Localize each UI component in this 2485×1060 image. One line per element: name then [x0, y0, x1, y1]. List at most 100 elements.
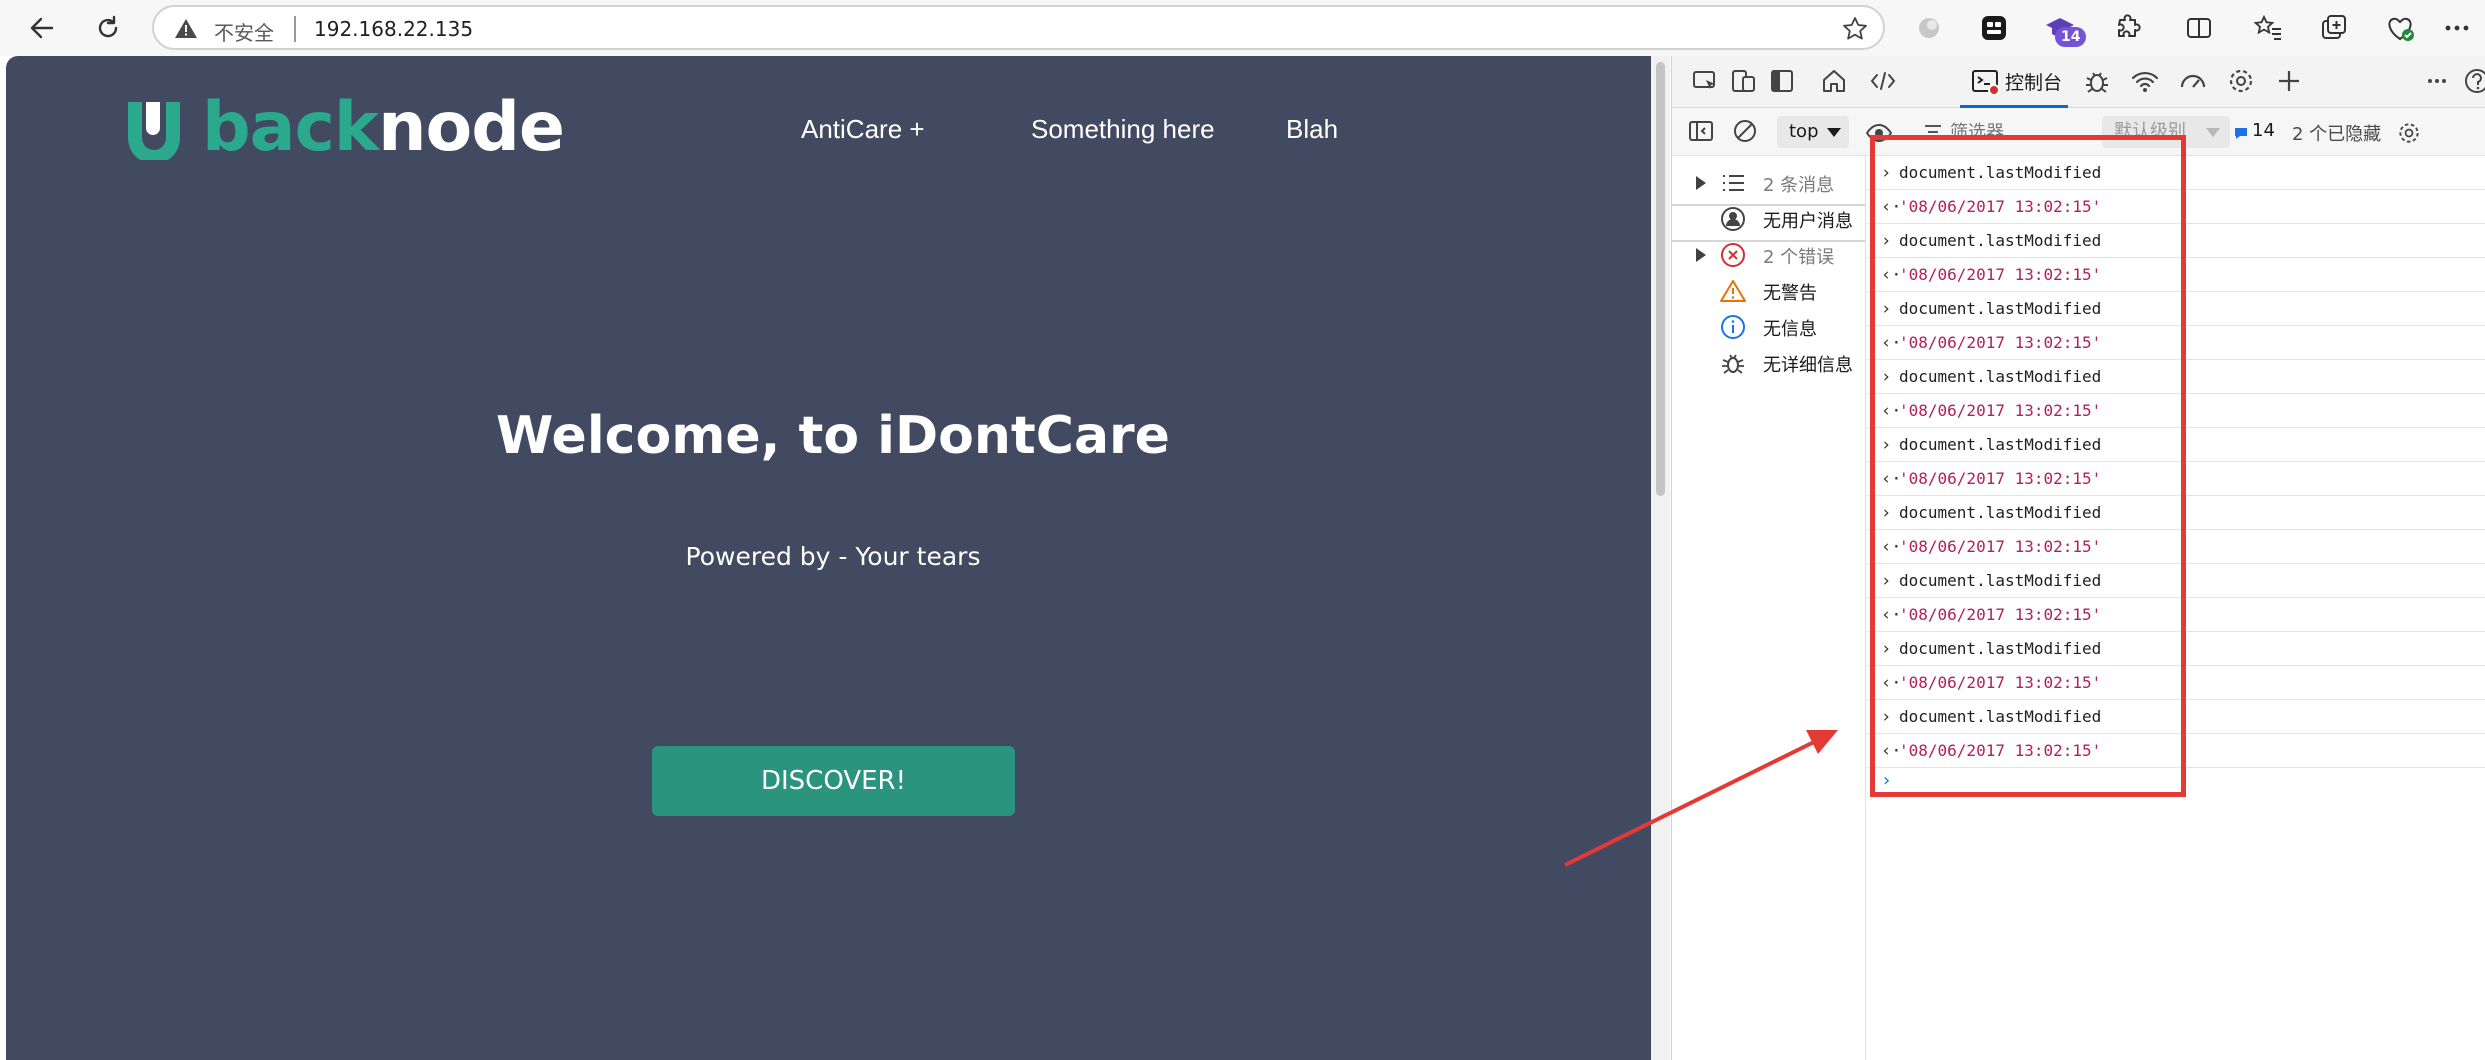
page-scrollbar[interactable]: [1651, 56, 1670, 1060]
console-output-row[interactable]: ‹· '08/06/2017 13:02:15': [1867, 462, 2485, 496]
add-tool-plus-icon[interactable]: [2274, 66, 2304, 96]
console-output-row[interactable]: ‹· '08/06/2017 13:02:15': [1867, 598, 2485, 632]
live-expression-eye-icon[interactable]: [1864, 118, 1894, 148]
console-prompt[interactable]: ›: [1867, 768, 2485, 802]
sidebar-item-verbose[interactable]: 无详细信息: [1672, 344, 1866, 380]
info-icon: [1721, 315, 1745, 339]
refresh-button[interactable]: [88, 8, 128, 48]
console-output-text[interactable]: '08/06/2017 13:02:15': [1899, 598, 2101, 632]
elements-code-icon[interactable]: [1868, 66, 1898, 96]
extensions-puzzle-icon[interactable]: [2111, 12, 2143, 44]
console-output-row[interactable]: ‹· '08/06/2017 13:02:15': [1867, 394, 2485, 428]
console-output-text[interactable]: '08/06/2017 13:02:15': [1899, 394, 2101, 428]
console-settings-gear-icon[interactable]: [2396, 120, 2422, 146]
warning-icon: [1720, 280, 1746, 302]
site-logo[interactable]: backnode: [122, 88, 582, 167]
extension-app-icon[interactable]: [1978, 12, 2010, 44]
collections-icon[interactable]: [2318, 12, 2350, 44]
console-output-text[interactable]: '08/06/2017 13:02:15': [1899, 462, 2101, 496]
console-input-row[interactable]: › document.lastModified: [1867, 496, 2485, 530]
context-selector[interactable]: top: [1777, 116, 1849, 148]
expand-triangle-icon[interactable]: [1696, 176, 1706, 190]
console-input-row[interactable]: › document.lastModified: [1867, 700, 2485, 734]
devtools-more-icon[interactable]: [2422, 66, 2452, 96]
more-options-icon[interactable]: [2441, 12, 2473, 44]
discover-button[interactable]: DISCOVER!: [652, 746, 1015, 816]
address-separator: [294, 16, 296, 42]
sidebar-item-warnings[interactable]: 无警告: [1672, 272, 1866, 308]
welcome-home-icon[interactable]: [1819, 66, 1849, 96]
console-output-row[interactable]: ‹· '08/06/2017 13:02:15': [1867, 734, 2485, 768]
console-output-text[interactable]: '08/06/2017 13:02:15': [1899, 258, 2101, 292]
warning-triangle-icon[interactable]: [174, 17, 198, 41]
dock-side-icon[interactable]: [1767, 66, 1797, 96]
security-status-label[interactable]: 不安全: [214, 17, 274, 46]
extension-badge: 14: [2055, 27, 2087, 47]
console-input-text[interactable]: document.lastModified: [1899, 156, 2101, 190]
extension-globe-icon[interactable]: [1913, 12, 1945, 44]
clear-console-icon[interactable]: [1730, 116, 1760, 146]
console-input-text[interactable]: document.lastModified: [1899, 224, 2101, 258]
device-emulation-icon[interactable]: [1729, 66, 1759, 96]
console-output-row[interactable]: ‹· '08/06/2017 13:02:15': [1867, 666, 2485, 700]
console-sidebar: 2 条消息 无用户消息 2 个错误 无警告 无信息 无详细信息: [1672, 156, 1866, 1060]
nav-link-something-here[interactable]: Something here: [1031, 114, 1215, 145]
console-input-text[interactable]: document.lastModified: [1899, 496, 2101, 530]
bug-icon: [1722, 354, 1744, 374]
console-output-row[interactable]: ‹· '08/06/2017 13:02:15': [1867, 258, 2485, 292]
settings-gear-icon[interactable]: [2226, 66, 2256, 96]
split-screen-icon[interactable]: [2183, 12, 2215, 44]
console-output-text[interactable]: '08/06/2017 13:02:15': [1899, 734, 2101, 768]
favorites-icon[interactable]: [2252, 12, 2284, 44]
console-input-text[interactable]: document.lastModified: [1899, 360, 2101, 394]
console-input-text[interactable]: document.lastModified: [1899, 428, 2101, 462]
nav-link-blah[interactable]: Blah: [1286, 114, 1338, 145]
issues-bug-icon[interactable]: [2082, 66, 2112, 96]
console-input-row[interactable]: › document.lastModified: [1867, 292, 2485, 326]
message-count[interactable]: 14: [2252, 120, 2275, 141]
performance-gauge-icon[interactable]: [2178, 66, 2208, 96]
address-bar[interactable]: 不安全 192.168.22.135: [152, 5, 1885, 50]
sidebar-item-errors[interactable]: 2 个错误: [1672, 236, 1866, 272]
webpage-viewport: backnode AntiCare + Something here Blah …: [6, 56, 1651, 1060]
console-output-text[interactable]: '08/06/2017 13:02:15': [1899, 666, 2101, 700]
input-chevron-icon: ›: [1881, 435, 1892, 455]
console-input-text[interactable]: document.lastModified: [1899, 292, 2101, 326]
input-chevron-icon: ›: [1881, 707, 1892, 727]
console-filter-input[interactable]: [1920, 116, 2120, 148]
console-input-row[interactable]: › document.lastModified: [1867, 564, 2485, 598]
console-input-text[interactable]: document.lastModified: [1899, 564, 2101, 598]
inspect-element-icon[interactable]: [1690, 66, 1720, 96]
console-output-row[interactable]: ‹· '08/06/2017 13:02:15': [1867, 190, 2485, 224]
toggle-sidebar-icon[interactable]: [1686, 116, 1716, 146]
help-icon[interactable]: [2462, 66, 2485, 96]
console-output-text[interactable]: '08/06/2017 13:02:15': [1899, 190, 2101, 224]
sidebar-item-label: 2 个错误: [1763, 247, 1835, 268]
log-level-selector[interactable]: 默认级别: [2102, 116, 2230, 148]
sidebar-item-user-messages[interactable]: 无用户消息: [1672, 200, 1866, 236]
favorite-star-icon[interactable]: [1841, 15, 1869, 43]
network-wifi-icon[interactable]: [2130, 66, 2160, 96]
console-input-text[interactable]: document.lastModified: [1899, 632, 2101, 666]
dropdown-arrow-icon: [2206, 128, 2220, 137]
console-output-text[interactable]: '08/06/2017 13:02:15': [1899, 530, 2101, 564]
back-button[interactable]: [22, 8, 62, 48]
console-output-text[interactable]: '08/06/2017 13:02:15': [1899, 326, 2101, 360]
console-messages[interactable]: › document.lastModified ‹· '08/06/2017 13:…: [1867, 156, 2485, 1060]
console-input-row[interactable]: › document.lastModified: [1867, 632, 2485, 666]
console-input-row[interactable]: › document.lastModified: [1867, 360, 2485, 394]
console-input-text[interactable]: document.lastModified: [1899, 700, 2101, 734]
console-output-row[interactable]: ‹· '08/06/2017 13:02:15': [1867, 530, 2485, 564]
console-output-row[interactable]: ‹· '08/06/2017 13:02:15': [1867, 326, 2485, 360]
nav-link-anticare[interactable]: AntiCare +: [801, 114, 925, 145]
browser-essentials-heart-icon[interactable]: [2384, 12, 2416, 44]
console-input-row[interactable]: › document.lastModified: [1867, 156, 2485, 190]
url-text[interactable]: 192.168.22.135: [314, 17, 473, 41]
sidebar-item-messages[interactable]: 2 条消息: [1672, 164, 1866, 200]
page-scrollbar-thumb[interactable]: [1656, 62, 1665, 496]
console-input-row[interactable]: › document.lastModified: [1867, 428, 2485, 462]
tab-console[interactable]: 控制台: [1960, 56, 2068, 108]
console-input-row[interactable]: › document.lastModified: [1867, 224, 2485, 258]
expand-triangle-icon[interactable]: [1696, 248, 1706, 262]
sidebar-item-info[interactable]: 无信息: [1672, 308, 1866, 344]
